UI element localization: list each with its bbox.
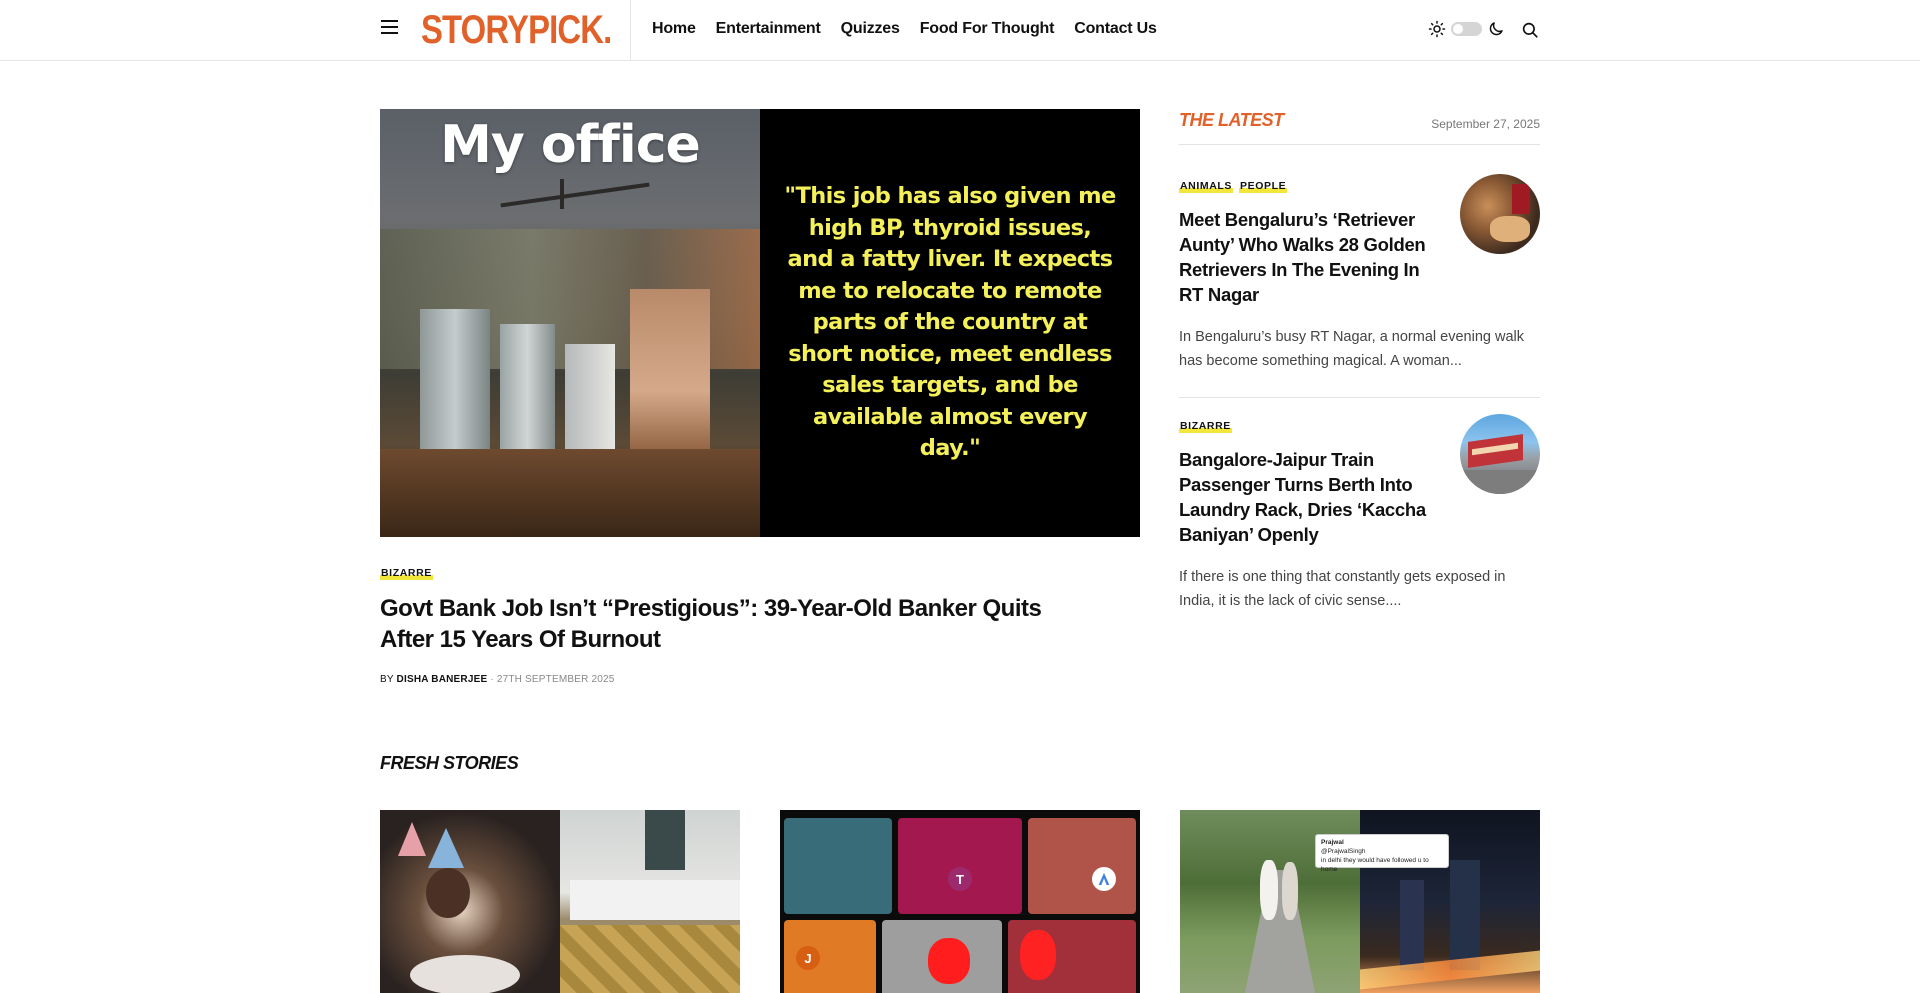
nav-item-entertainment[interactable]: Entertainment [716,18,821,40]
site-header: STORYPICK. Home Entertainment Quizzes Fo… [0,0,1920,61]
nav-item-food-for-thought[interactable]: Food For Thought [920,18,1055,40]
latest-item-title[interactable]: Meet Bengaluru’s ‘Retriever Aunty’ Who W… [1179,207,1444,307]
hamburger-menu-icon[interactable] [381,20,399,38]
hero-image[interactable]: My office "This job has also given me hi… [380,109,1140,537]
main-nav: Home Entertainment Quizzes Food For Thou… [652,18,1157,40]
search-button[interactable] [1521,21,1539,44]
latest-item-excerpt: If there is one thing that constantly ge… [1179,569,1506,609]
section-divider [1179,144,1540,145]
category-tag-animals[interactable]: ANIMALS [1179,180,1234,193]
latest-item: BIZARRE Bangalore-Jaipur Train Passenger… [1179,414,1540,613]
site-logo[interactable]: STORYPICK. [421,8,612,52]
category-tag[interactable]: BIZARRE [380,567,433,580]
hero-image-quote-panel: "This job has also given me high BP, thy… [760,109,1140,537]
search-icon[interactable] [1521,21,1539,39]
hero-category-tag[interactable]: BIZARRE [380,563,433,581]
header-divider [630,0,631,60]
category-tag-people[interactable]: PEOPLE [1239,180,1288,193]
hero-image-heading: My office [440,115,701,175]
avatar: T [948,867,972,891]
fresh-story-card-image[interactable]: Prajwal @PrajwalSingh in delhi they woul… [1180,810,1540,993]
latest-item-title[interactable]: Bangalore-Jaipur Train Passenger Turns B… [1179,447,1444,547]
latest-item-thumbnail[interactable] [1460,174,1540,254]
latest-item-thumbnail[interactable] [1460,414,1540,494]
hero-article-meta: BY DISHA BANERJEE · 27TH SEPTEMBER 2025 [380,674,615,685]
latest-item-excerpt: In Bengaluru’s busy RT Nagar, a normal e… [1179,329,1524,369]
hero-image-quote: "This job has also given me high BP, thy… [784,183,1116,462]
nav-item-quizzes[interactable]: Quizzes [841,18,900,40]
author-link[interactable]: DISHA BANERJEE [397,674,488,685]
nav-item-contact-us[interactable]: Contact Us [1074,18,1157,40]
fresh-story-card-image[interactable]: T J [780,810,1140,993]
theme-toggle-switch[interactable] [1451,22,1482,36]
latest-section-date: September 27, 2025 [1431,117,1540,131]
category-tag-bizarre[interactable]: BIZARRE [1179,420,1232,433]
fresh-stories-heading: FRESH STORIES [380,753,519,773]
hero-article-title[interactable]: Govt Bank Job Isn’t “Prestigious”: 39-Ye… [380,593,1080,655]
sun-icon[interactable] [1428,20,1446,38]
fresh-story-card-image[interactable] [380,810,740,993]
google-logo-icon [1092,867,1116,891]
tweet-screenshot: Prajwal @PrajwalSingh in delhi they woul… [1315,834,1449,873]
item-divider [1179,397,1540,398]
theme-toggle[interactable] [1428,20,1505,38]
latest-item: ANIMALS PEOPLE Meet Bengaluru’s ‘Retriev… [1179,174,1540,373]
avatar: J [796,946,820,970]
moon-icon[interactable] [1487,20,1505,38]
nav-item-home[interactable]: Home [652,18,696,40]
publish-date: · 27TH SEPTEMBER 2025 [490,674,615,685]
hero-image-office-photo: My office [380,109,760,537]
toggle-knob [1453,24,1463,34]
byline-prefix: BY [380,674,394,685]
